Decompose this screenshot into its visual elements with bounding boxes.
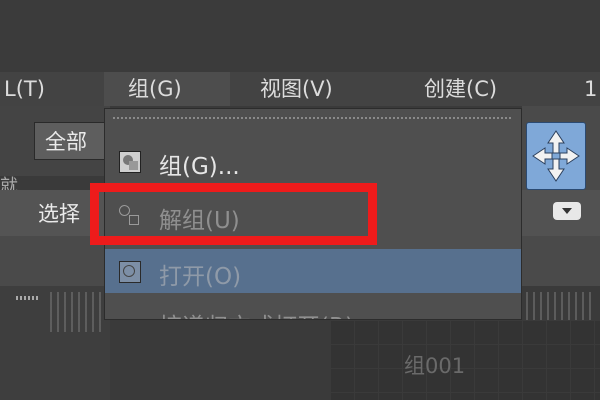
group-icon — [119, 151, 141, 173]
timeline-grid — [50, 292, 105, 332]
menu-item-group-label: 组(G)... — [159, 154, 240, 180]
move-arrows-icon — [532, 130, 580, 182]
menu-tools[interactable]: L(T) — [0, 72, 104, 106]
menu-create[interactable]: 创建(C) — [424, 72, 536, 106]
menu-group[interactable]: 组(G) — [104, 72, 230, 106]
selection-label[interactable]: 选择 — [38, 198, 80, 228]
menu-next[interactable]: 1 — [584, 72, 600, 106]
menu-item-recursive-open-label: 按递归方式打开(R) — [159, 307, 354, 319]
menu-item-open[interactable]: 打开(O) — [105, 249, 521, 293]
menu-item-open-label: 打开(O) — [159, 264, 242, 290]
ruler-ticks — [16, 296, 40, 300]
panel-dropdown-button[interactable] — [553, 202, 581, 220]
move-tool-button[interactable] — [526, 122, 586, 190]
menu-bar: L(T) 组(G) 视图(V) 创建(C) 1 — [0, 72, 600, 106]
menu-item-recursive-open[interactable]: 按递归方式打开(R) — [105, 299, 521, 319]
title-area — [0, 0, 600, 72]
highlight-annotation-box — [90, 183, 377, 245]
menu-views[interactable]: 视图(V) — [260, 72, 380, 106]
menu-item-group[interactable]: 组(G)... — [105, 139, 521, 183]
menu-tearoff-line[interactable] — [113, 117, 513, 119]
object-name-label: 组001 — [404, 354, 466, 378]
selection-filter-dropdown[interactable]: 全部 — [34, 122, 106, 160]
open-group-icon — [119, 261, 141, 283]
